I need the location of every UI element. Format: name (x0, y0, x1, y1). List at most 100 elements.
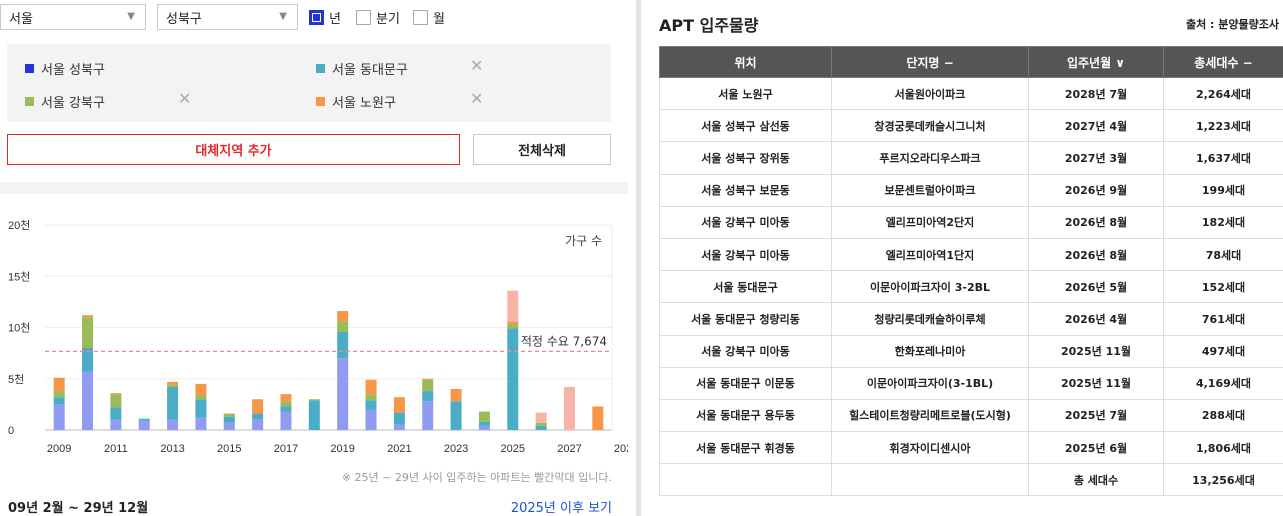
table-row[interactable]: 서울 성북구 장위동 푸르지오라디우스파크 2027년 3월 1,637세대 (659, 141, 1283, 175)
remove-region-icon[interactable]: ✕ (470, 56, 483, 75)
column-header[interactable]: 총세대수 − (1163, 46, 1283, 78)
table-cell: 이문아이파크자이 3-2BL (831, 270, 1029, 304)
bar-segment (337, 321, 349, 332)
table-row[interactable]: 서울 노원구 서울원아이파크 2028년 7월 2,264세대 (659, 76, 1283, 111)
table-row[interactable]: 서울 동대문구 이문동 이문아이파크자이(3-1BL) 2025년 11월 4,169… (659, 366, 1283, 400)
period-label: 분기 (376, 12, 400, 27)
table-row[interactable]: 서울 동대문구 이문아이파크자이 3-2BL 2026년 5월 152세대 (659, 270, 1283, 304)
checkbox-icon (413, 10, 428, 25)
table-cell: 1,223세대 (1163, 109, 1283, 143)
bar-segment (507, 290, 519, 322)
x-tick-label: 2029 (614, 443, 628, 455)
x-tick-label: 2017 (274, 443, 298, 455)
bar-segment (450, 389, 462, 402)
region-item: 서울 동대문구 (316, 59, 408, 78)
bar-segment (337, 311, 349, 322)
view-after-2025-link[interactable]: 2025년 이후 보기 (511, 497, 612, 516)
table-cell: 서울 동대문구 청량리동 (659, 302, 832, 336)
table-cell: 푸르지오라디우스파크 (831, 141, 1029, 175)
bar-segment (110, 393, 122, 395)
table-row[interactable]: 서울 동대문구 용두동 힐스테이트청량리메트로블(도시형) 2025년 7월 288세… (659, 398, 1283, 433)
x-tick-label: 2013 (160, 443, 184, 455)
section-divider (0, 182, 628, 194)
bar-segment (82, 317, 94, 348)
bar-segment (138, 420, 150, 430)
table-cell: 2025년 11월 (1028, 366, 1164, 400)
bar-segment (280, 406, 292, 412)
bar-segment (53, 397, 65, 405)
bar-segment (280, 411, 292, 430)
right-panel: APT 입주물량 출처 : 분양물량조사 위치 단지명 − 입주년월 ∨ 총세대수 −… (645, 0, 1283, 516)
bar-segment (393, 412, 405, 425)
table-row[interactable]: 서울 성북구 삼선동 창경궁롯데캐슬시그니처 2027년 4월 1,223세대 (659, 109, 1283, 143)
delete-all-button[interactable]: 전체삭제 (473, 134, 611, 165)
bar-segment (110, 419, 122, 430)
chevron-down-icon: ▼ (127, 11, 135, 22)
period-checkbox-2[interactable]: 월 (413, 8, 445, 27)
table-cell: 2026년 8월 (1028, 205, 1164, 239)
column-header[interactable]: 단지명 − (831, 46, 1029, 78)
table-row[interactable]: 서울 강북구 미아동 엘리프미아역2단지 2026년 8월 182세대 (659, 205, 1283, 239)
table-cell: 엘리프미아역1단지 (831, 237, 1029, 272)
bar-segment (337, 358, 349, 430)
remove-region-icon[interactable]: ✕ (178, 89, 191, 108)
table-row[interactable]: 서울 성북구 보문동 보문센트럴아이파크 2026년 9월 199세대 (659, 173, 1283, 207)
table-total-row: 총 세대수 13,256세대 (659, 463, 1283, 497)
period-checkbox-0[interactable]: 년 (309, 8, 341, 27)
district-select[interactable]: 성북구 ▼ (157, 4, 298, 30)
region-color-swatch (316, 64, 325, 73)
table-cell: 2,264세대 (1163, 76, 1283, 111)
remove-region-icon[interactable]: ✕ (470, 89, 483, 108)
supply-table: 위치 단지명 − 입주년월 ∨ 총세대수 − 서울 노원구 서울원아이파크 2028년 7… (659, 46, 1283, 497)
table-cell: 1,637세대 (1163, 141, 1283, 175)
bar-segment (167, 381, 179, 385)
column-header[interactable]: 입주년월 ∨ (1028, 46, 1164, 78)
bar-segment (110, 394, 122, 408)
city-select[interactable]: 서울 ▼ (0, 4, 146, 30)
panel-divider (636, 0, 641, 516)
table-cell: 2026년 4월 (1028, 302, 1164, 336)
table-row[interactable]: 서울 강북구 미아동 한화포레나미아 2025년 11월 497세대 (659, 334, 1283, 368)
table-row[interactable]: 서울 동대문구 휘경동 휘경자이디센시아 2025년 6월 1,806세대 (659, 431, 1283, 465)
table-cell: 2027년 4월 (1028, 109, 1164, 143)
table-cell: 서울 동대문구 이문동 (659, 366, 832, 400)
total-label: 총 세대수 (1028, 463, 1164, 497)
bar-segment (195, 395, 207, 400)
bar-segment (308, 400, 320, 430)
table-row[interactable]: 서울 강북구 미아동 엘리프미아역1단지 2026년 8월 78세대 (659, 237, 1283, 272)
x-tick-label: 2011 (104, 443, 128, 455)
y-tick-label: 20천 (8, 218, 30, 232)
table-cell: 2025년 11월 (1028, 334, 1164, 368)
table-cell: 2028년 7월 (1028, 76, 1164, 111)
x-tick-label: 2027 (557, 443, 581, 455)
bar-segment (138, 418, 150, 421)
table-cell: 152세대 (1163, 270, 1283, 304)
table-row[interactable]: 서울 동대문구 청량리동 청량리롯데캐슬하이루체 2026년 4월 761세대 (659, 302, 1283, 336)
add-region-button[interactable]: 대체지역 추가 (7, 134, 460, 165)
region-color-swatch (316, 97, 325, 106)
district-select-value: 성북구 (166, 11, 202, 27)
bar-segment (167, 384, 179, 387)
table-cell: 2025년 7월 (1028, 398, 1164, 433)
bar-segment (167, 419, 179, 430)
region-color-swatch (25, 64, 34, 73)
table-cell: 2027년 3월 (1028, 141, 1164, 175)
column-header[interactable]: 위치 (659, 46, 832, 78)
table-cell: 2025년 6월 (1028, 431, 1164, 465)
period-checkbox-1[interactable]: 분기 (356, 8, 400, 27)
bar-segment (422, 378, 434, 380)
bar-segment (82, 371, 94, 430)
region-item: 서울 성북구 (25, 59, 105, 78)
bar-segment (195, 417, 207, 430)
table-cell: 78세대 (1163, 237, 1283, 272)
table-cell: 서울원아이파크 (831, 76, 1029, 111)
period-label: 월 (433, 12, 445, 27)
bar-segment (592, 406, 604, 430)
table-cell: 휘경자이디센시아 (831, 431, 1029, 465)
bar-segment (53, 391, 65, 398)
table-cell: 창경궁롯데캐슬시그니처 (831, 109, 1029, 143)
x-tick-label: 2019 (330, 443, 354, 455)
table-cell: 4,169세대 (1163, 366, 1283, 400)
table-cell: 761세대 (1163, 302, 1283, 336)
table-cell (831, 463, 1029, 497)
